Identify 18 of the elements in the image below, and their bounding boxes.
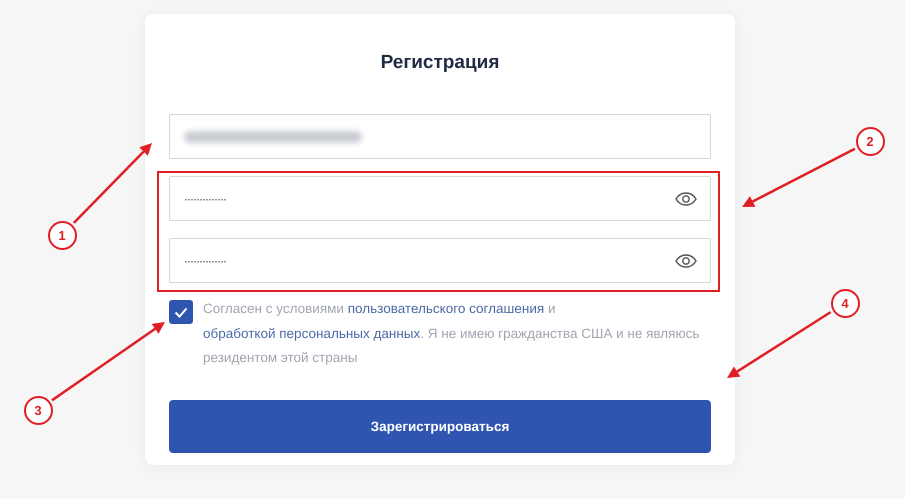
- consent-text: Согласен с условиями пользовательского соглашения и обработкой персональных данных. Я не имею гражданства США и не являюсь резидентом этой страны: [203, 300, 700, 367]
- consent-link[interactable]: обработкой персональных данных: [203, 326, 420, 340]
- password-field[interactable]: ··············: [169, 176, 711, 221]
- check-icon: [174, 306, 188, 318]
- masked-password: ··············: [184, 192, 226, 206]
- number-marker: 3: [24, 396, 52, 424]
- register-button[interactable]: Зарегистрироваться: [169, 400, 711, 452]
- eye-icon[interactable]: [675, 254, 697, 268]
- form-title: Регистрация: [380, 52, 500, 74]
- number-marker: 4: [830, 288, 860, 318]
- consent-checkbox[interactable]: [169, 300, 193, 324]
- number-marker: 1: [48, 220, 76, 250]
- consent-link[interactable]: пользовательского соглашения: [348, 301, 544, 316]
- password-field[interactable]: ··············: [169, 238, 711, 283]
- eye-icon[interactable]: [675, 192, 697, 206]
- masked-password: ··············: [184, 254, 226, 268]
- number-marker: 2: [856, 126, 884, 156]
- email-field[interactable]: [169, 114, 711, 159]
